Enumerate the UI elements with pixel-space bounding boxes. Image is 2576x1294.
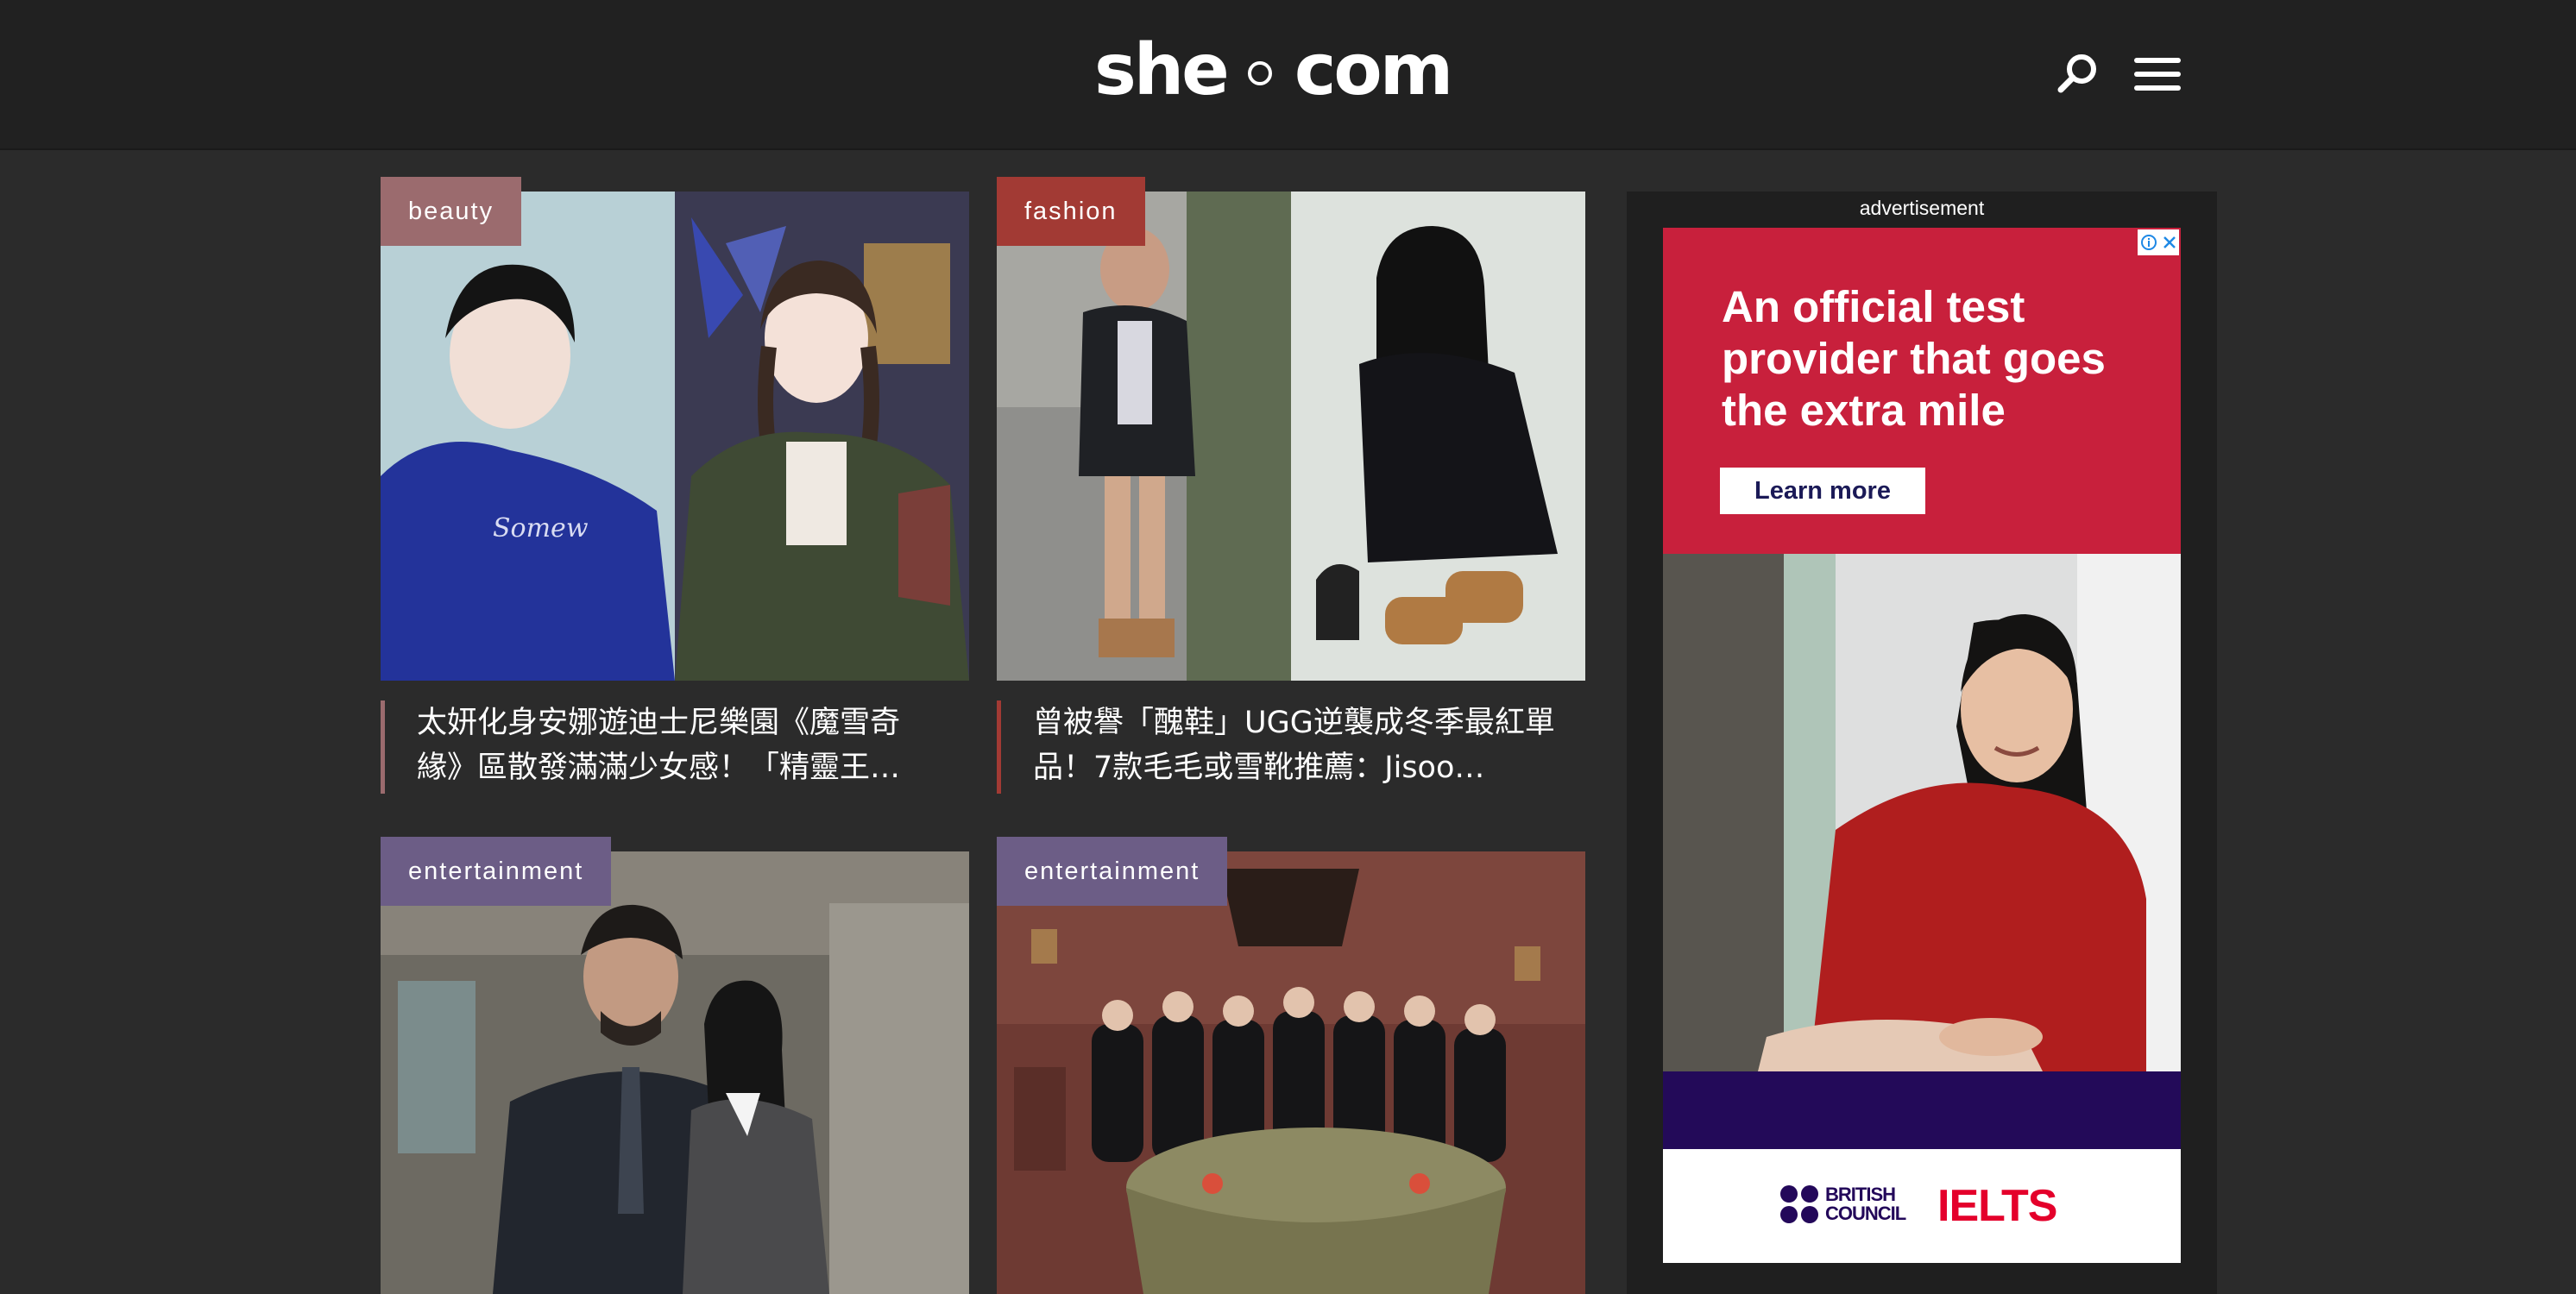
ad-photo-illustration: [1663, 554, 2181, 1071]
ad-footer[interactable]: BRITISH COUNCIL IELTS: [1663, 1149, 2181, 1263]
article-image[interactable]: [381, 851, 969, 1294]
article-title[interactable]: 太妍化身安娜遊迪士尼樂園《魔雪奇緣》區散發滿滿少女感！「精靈王…: [417, 700, 943, 790]
category-tag[interactable]: fashion: [997, 177, 1145, 246]
article-image[interactable]: [997, 192, 1585, 681]
article-photo-illustration: [997, 851, 1585, 1294]
category-tag[interactable]: beauty: [381, 177, 522, 246]
british-council-logo[interactable]: BRITISH COUNCIL: [1780, 1185, 1920, 1223]
article-image[interactable]: [997, 851, 1585, 1294]
hamburger-menu-icon: [2134, 58, 2181, 91]
article-title-block[interactable]: 太妍化身安娜遊迪士尼樂園《魔雪奇緣》區散發滿滿少女感！「精靈王…: [381, 700, 969, 794]
ad-banner[interactable]: An official test provider that goes the …: [1663, 228, 2181, 1263]
article-card-beauty[interactable]: beauty Somew 太妍化身安娜遊迪士尼樂園《魔雪奇緣》區散發滿滿少女感！…: [381, 177, 969, 794]
british-council-text: BRITISH COUNCIL: [1825, 1184, 1906, 1224]
article-image[interactable]: Somew: [381, 192, 969, 681]
logo-text-she: she: [1094, 28, 1230, 111]
site-logo[interactable]: she com: [1094, 28, 1453, 111]
ad-choices[interactable]: [2138, 229, 2179, 255]
article-card-entertainment-1[interactable]: entertainment: [381, 837, 969, 1294]
article-title-block[interactable]: 曾被譽「醜鞋」UGG逆襲成冬季最紅單品！7款毛毛或雪靴推薦：Jisoo…: [997, 700, 1585, 794]
article-photo-illustration: [381, 851, 969, 1294]
search-icon: [2057, 54, 2096, 93]
article-photo-illustration: [997, 192, 1585, 681]
ad-close-icon[interactable]: [2162, 235, 2177, 250]
article-photo-illustration: Somew: [381, 192, 969, 681]
ad-info-icon[interactable]: [2140, 234, 2157, 251]
advertisement-panel: advertisement An official test provider …: [1627, 192, 2217, 1294]
category-tag[interactable]: entertainment: [381, 837, 612, 906]
ad-photo[interactable]: [1663, 554, 2181, 1071]
logo-dot-icon: [1247, 61, 1272, 85]
advertisement-label: advertisement: [1859, 197, 1985, 219]
menu-button[interactable]: [2133, 50, 2182, 98]
ad-headline[interactable]: An official test provider that goes the …: [1722, 281, 2170, 437]
article-title[interactable]: 曾被譽「醜鞋」UGG逆襲成冬季最紅單品！7款毛毛或雪靴推薦：Jisoo…: [1033, 700, 1559, 790]
category-tag[interactable]: entertainment: [997, 837, 1228, 906]
ad-headline-area[interactable]: An official test provider that goes the …: [1663, 228, 2181, 554]
logo-text-com: com: [1294, 28, 1453, 111]
site-header: she com: [0, 0, 2576, 150]
article-card-fashion[interactable]: fashion 曾被譽「醜鞋」UGG逆襲成冬季最紅單品！7款毛毛或雪靴推薦：Ji…: [997, 177, 1585, 794]
ielts-logo[interactable]: IELTS: [1937, 1180, 2057, 1232]
learn-more-button[interactable]: Learn more: [1720, 468, 1925, 514]
search-button[interactable]: [2054, 50, 2102, 98]
article-card-entertainment-2[interactable]: entertainment: [997, 837, 1585, 1294]
sweater-print: Somew: [493, 513, 589, 543]
ad-brand-bar: [1663, 1071, 2181, 1149]
british-council-dots-icon: [1780, 1185, 1818, 1223]
